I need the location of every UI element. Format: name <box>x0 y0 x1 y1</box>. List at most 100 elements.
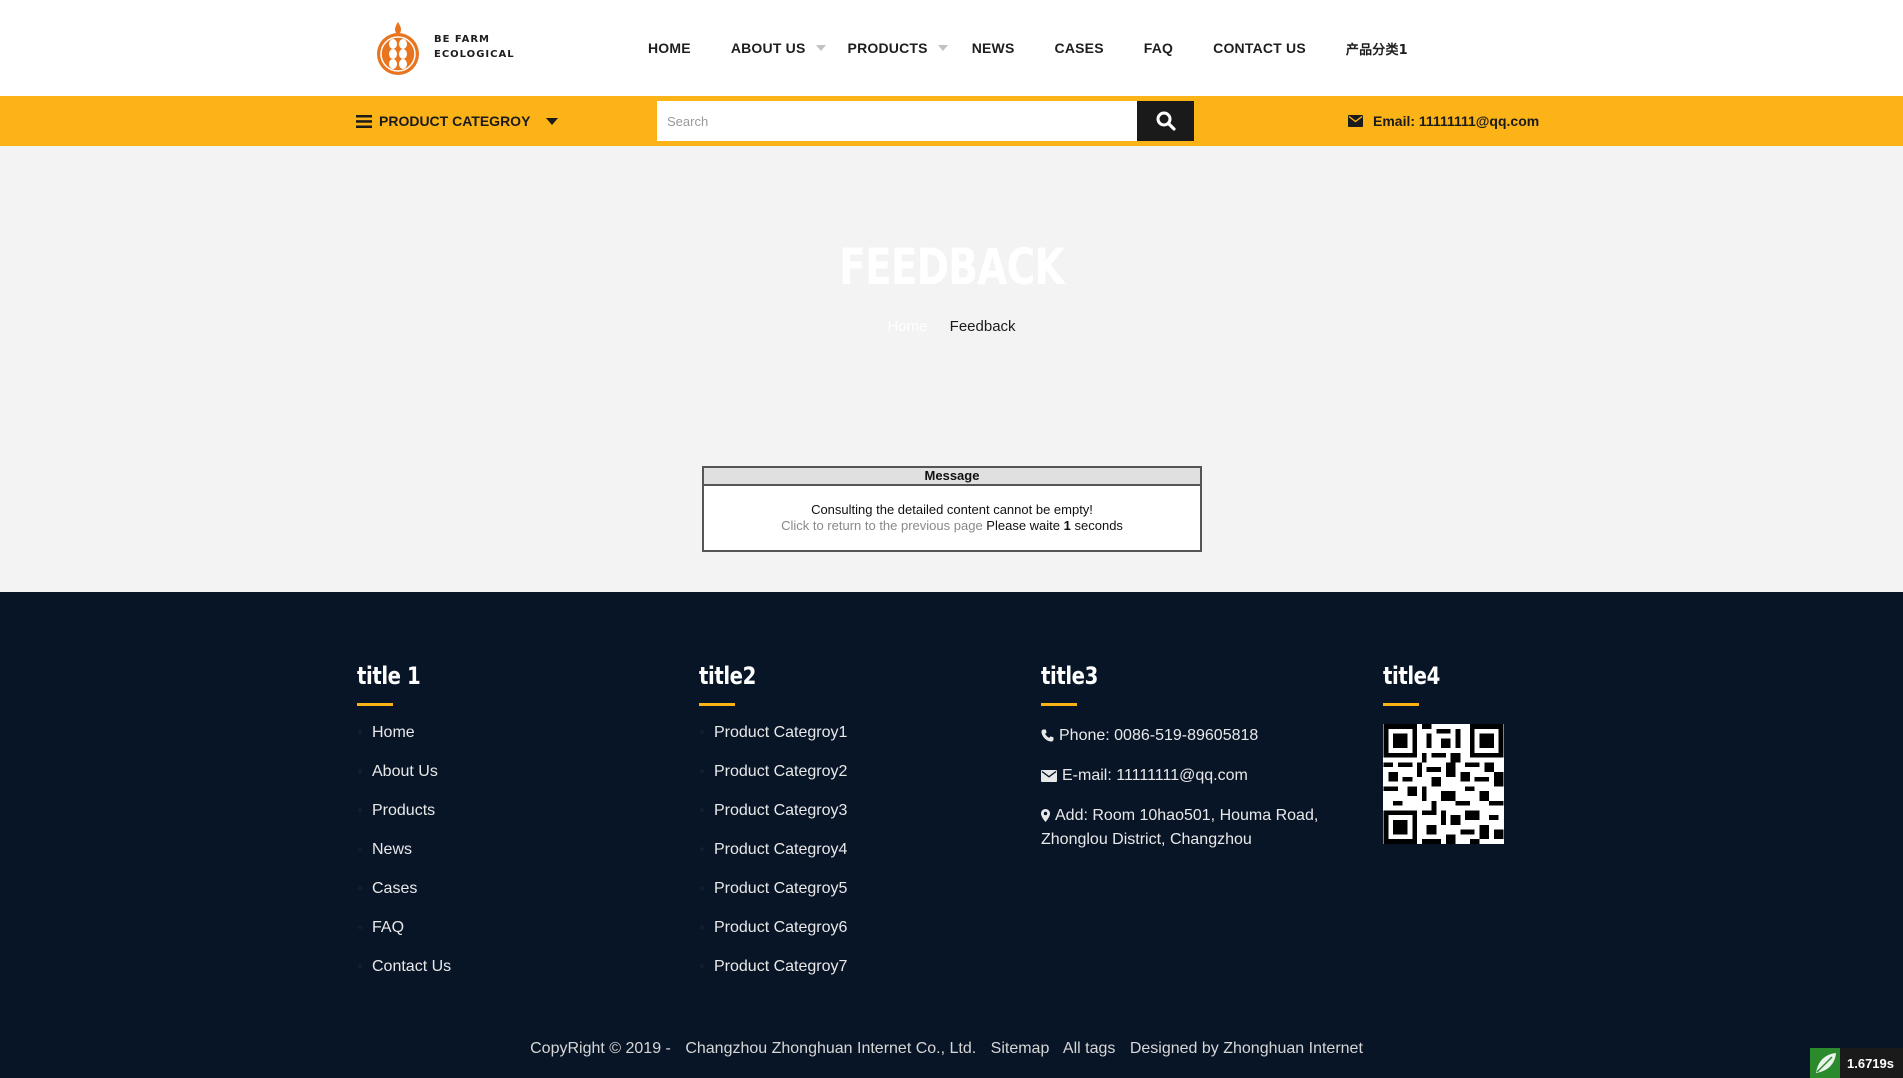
header-email-text: Email: 11111111@qq.com <box>1373 113 1540 129</box>
footer-link-contact-us[interactable]: ● Contact Us <box>357 958 451 997</box>
nav-about-us[interactable]: ABOUT US <box>731 40 826 56</box>
bullet-icon: ● <box>357 883 364 894</box>
bullet-icon: ● <box>699 727 706 738</box>
footer-link-label: FAQ <box>372 919 405 936</box>
footer-link-category-4[interactable]: ● Product Categroy4 <box>699 841 847 880</box>
copyright-text: CopyRight © 2019 - <box>530 1040 671 1057</box>
message-text: Consulting the detailed content cannot b… <box>811 502 1093 517</box>
bullet-icon: ● <box>699 844 706 855</box>
bullet-icon: ● <box>699 922 706 933</box>
bullet-icon: ● <box>357 961 364 972</box>
category-search-bar: PRODUCT CATEGROY Email: 11111111@qq.com <box>0 96 1903 146</box>
footer-link-label: Products <box>372 802 436 819</box>
nav-home[interactable]: HOME <box>648 40 691 56</box>
wheat-logo-icon <box>377 22 419 75</box>
product-category-toggle[interactable]: PRODUCT CATEGROY <box>356 96 559 146</box>
timer-value: 1.6719s <box>1847 1055 1894 1071</box>
site-logo[interactable]: BE FARM ECOLOGICAL <box>374 18 515 76</box>
chevron-down-icon <box>937 45 948 51</box>
footer-link-label: Product Categroy5 <box>714 880 848 897</box>
footer-phone: Phone: 0086-519-89605818 <box>1041 724 1318 748</box>
bullet-icon: ● <box>357 766 364 777</box>
breadcrumb-home[interactable]: Home <box>887 318 927 335</box>
footer-link-category-6[interactable]: ● Product Categroy6 <box>699 919 847 958</box>
message-box: Message Consulting the detailed content … <box>702 466 1202 552</box>
qr-code-image <box>1383 724 1504 844</box>
title-underline <box>357 703 393 706</box>
all-tags-link[interactable]: All tags <box>1063 1040 1115 1057</box>
footer-address: Add: Room 10hao501, Houma Road, Zhonglou … <box>1041 804 1318 852</box>
header-email: Email: 11111111@qq.com <box>1348 96 1539 146</box>
phone-icon <box>1041 729 1054 742</box>
wait-prefix: Please waite <box>986 518 1061 533</box>
nav-about-us-label: ABOUT US <box>730 40 806 56</box>
footer-link-label: Product Categroy2 <box>714 763 848 780</box>
footer-link-category-7[interactable]: ● Product Categroy7 <box>699 958 847 997</box>
caret-down-icon <box>546 117 559 125</box>
footer-link-products[interactable]: ● Products <box>357 802 451 841</box>
footer-link-label: Contact Us <box>372 958 452 975</box>
footer-link-faq[interactable]: ● FAQ <box>357 919 451 958</box>
nav-faq[interactable]: FAQ <box>1144 40 1173 56</box>
search-button[interactable] <box>1137 101 1194 141</box>
footer-contact: Phone: 0086-519-89605818 E-mail: 1111111… <box>1041 724 1318 852</box>
bullet-icon: ● <box>357 727 364 738</box>
company-link[interactable]: Changzhou Zhonghuan Internet Co., Ltd. <box>685 1040 976 1057</box>
nav-product-category-1[interactable]: 产品分类1 <box>1346 39 1408 58</box>
footer-link-label: Product Categroy7 <box>714 958 848 975</box>
message-redirect-line: Click to return to the previous page Ple… <box>704 518 1200 534</box>
envelope-icon <box>1041 770 1057 782</box>
footer-link-label: Product Categroy3 <box>714 802 848 819</box>
logo-line-2: ECOLOGICAL <box>434 49 515 60</box>
footer-column-1: title 1 ● Home ● About Us ● Products ● News … <box>357 662 451 997</box>
wait-seconds: 1 <box>1063 518 1071 533</box>
footer-column-title: title3 <box>1041 662 1098 690</box>
footer-column-title: title2 <box>699 662 756 690</box>
search-form <box>657 101 1194 141</box>
footer-link-label: Product Categroy1 <box>714 724 848 741</box>
nav-products[interactable]: PRODUCTS <box>848 40 948 56</box>
footer-link-about-us[interactable]: ● About Us <box>357 763 451 802</box>
title-underline <box>1383 703 1419 706</box>
page-title: FEEDBACK <box>839 238 1065 296</box>
search-icon <box>1156 111 1176 131</box>
leaf-icon <box>1810 1048 1840 1078</box>
message-box-title: Message <box>704 468 1200 486</box>
footer-link-category-2[interactable]: ● Product Categroy2 <box>699 763 847 802</box>
breadcrumb: Home Feedback <box>0 318 1903 335</box>
footer-link-category-5[interactable]: ● Product Categroy5 <box>699 880 847 919</box>
designed-by-link[interactable]: Designed by Zhonghuan Internet <box>1130 1040 1363 1057</box>
bullet-icon: ● <box>699 961 706 972</box>
footer-email-text: E-mail: 11111111@qq.com <box>1062 767 1248 784</box>
title-underline <box>699 703 735 706</box>
envelope-icon <box>1348 115 1363 127</box>
site-header: BE FARM ECOLOGICAL HOME ABOUT US PRODUCT… <box>0 0 1903 96</box>
nav-products-label: PRODUCTS <box>847 40 928 56</box>
nav-cases[interactable]: CASES <box>1055 40 1104 56</box>
sitemap-link[interactable]: Sitemap <box>991 1040 1050 1057</box>
footer-link-label: Product Categroy6 <box>714 919 848 936</box>
message-box-body: Consulting the detailed content cannot b… <box>704 486 1200 534</box>
footer-link-news[interactable]: ● News <box>357 841 451 880</box>
chevron-down-icon <box>815 45 826 51</box>
search-input[interactable] <box>657 101 1137 141</box>
footer-link-category-3[interactable]: ● Product Categroy3 <box>699 802 847 841</box>
footer-link-label: News <box>372 841 413 858</box>
footer-column-4: title4 <box>1383 662 1504 849</box>
footer-column-title: title4 <box>1383 662 1440 690</box>
nav-news[interactable]: NEWS <box>972 40 1015 56</box>
back-link[interactable]: Click to return to the previous page <box>781 518 983 533</box>
footer-link-cases[interactable]: ● Cases <box>357 880 451 919</box>
logo-text: BE FARM ECOLOGICAL <box>434 32 515 62</box>
menu-icon <box>356 114 372 128</box>
logo-line-1: BE FARM <box>434 34 491 45</box>
nav-contact-us[interactable]: CONTACT US <box>1213 40 1306 56</box>
footer-address-line-1: Add: Room 10hao501, Houma Road, <box>1055 807 1319 824</box>
bullet-icon: ● <box>357 922 364 933</box>
footer-link-category-1[interactable]: ● Product Categroy1 <box>699 724 847 763</box>
footer-address-line-2: Zhonglou District, Changzhou <box>1041 831 1252 848</box>
breadcrumb-current: Feedback <box>949 318 1016 335</box>
footer-link-home[interactable]: ● Home <box>357 724 451 763</box>
bullet-icon: ● <box>357 805 364 816</box>
site-footer: title 1 ● Home ● About Us ● Products ● News … <box>0 592 1903 1078</box>
